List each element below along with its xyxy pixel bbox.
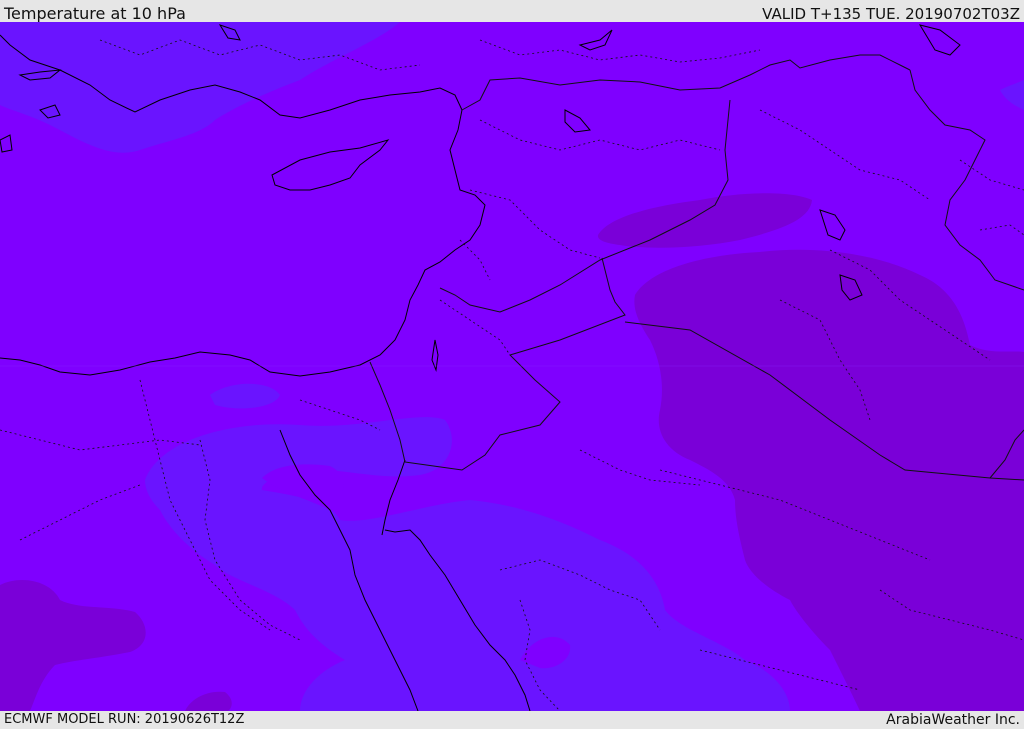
model-run-label: ECMWF MODEL RUN: 20190626T12Z <box>4 712 245 727</box>
valid-time-label: VALID T+135 TUE. 20190702T03Z <box>762 5 1020 23</box>
credit-label: ArabiaWeather Inc. <box>886 712 1020 728</box>
header-bar: Temperature at 10 hPa VALID T+135 TUE. 2… <box>0 0 1024 23</box>
map-frame: Temperature at 10 hPa VALID T+135 TUE. 2… <box>0 0 1024 729</box>
map-title: Temperature at 10 hPa <box>4 4 186 23</box>
weather-map <box>0 22 1024 711</box>
footer-bar: ECMWF MODEL RUN: 20190626T12Z ArabiaWeat… <box>0 711 1024 729</box>
map-svg <box>0 22 1024 711</box>
